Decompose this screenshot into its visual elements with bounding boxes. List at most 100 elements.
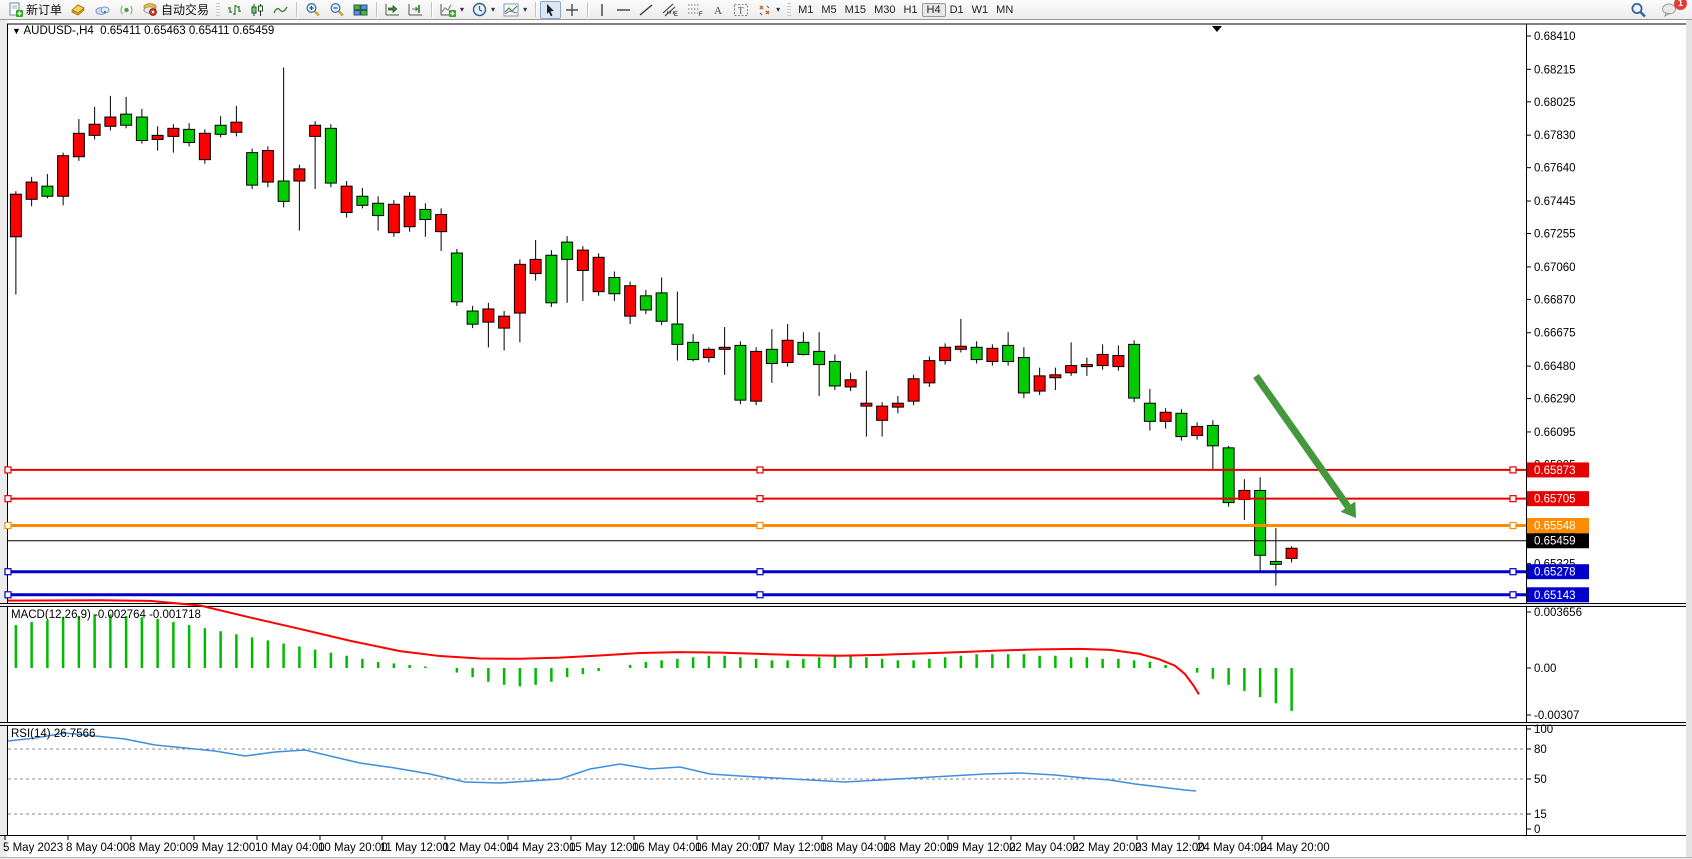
resistance-line-2-handle-left[interactable] (5, 496, 11, 502)
bear-candle (940, 347, 951, 360)
text-label-tool-button[interactable]: T (729, 1, 753, 19)
notifications-button[interactable]: 1 (1657, 1, 1682, 19)
timeframe-button-m15[interactable]: M15 (841, 4, 870, 16)
signal-button[interactable] (115, 1, 138, 19)
horizontal-line-tool-button[interactable] (612, 1, 635, 19)
svg-text:0.65548: 0.65548 (1534, 521, 1576, 533)
toolbar-separator (535, 2, 536, 17)
support-line-2-handle-right[interactable] (1510, 592, 1516, 598)
resistance-line-2-handle-center[interactable] (757, 496, 763, 502)
support-line-1-handle-left[interactable] (5, 569, 11, 575)
bull-candle (451, 253, 462, 302)
support-line-1-handle-center[interactable] (757, 569, 763, 575)
timeframe-button-mn[interactable]: MN (992, 4, 1017, 16)
periods-button[interactable]: ▾ (468, 1, 499, 19)
new-order-button[interactable]: 新订单 (4, 1, 66, 19)
bull-candle (357, 196, 368, 205)
fibonacci-tool-button[interactable]: F (683, 1, 708, 19)
tile-windows-button[interactable] (349, 1, 372, 19)
svg-text:15: 15 (1534, 809, 1547, 821)
svg-text:12 May 04:00: 12 May 04:00 (443, 842, 513, 854)
svg-text:0: 0 (1534, 824, 1540, 836)
timeframe-button-h1[interactable]: H1 (899, 4, 921, 16)
bull-candle (766, 349, 777, 363)
price-chart-canvas[interactable]: 0.684100.682150.680250.678300.676400.674… (0, 20, 1692, 859)
bull-candle (735, 345, 746, 400)
indicators-icon (440, 2, 456, 17)
bear-candle (719, 347, 730, 349)
indicators-button[interactable]: ▾ (436, 1, 468, 19)
vertical-line-tool-button[interactable] (592, 1, 612, 19)
bear-candle (987, 348, 998, 361)
price-badge: 0.65459 (1527, 533, 1589, 548)
chart-shift-button[interactable] (404, 1, 427, 19)
bull-candle (278, 181, 289, 201)
crosshair-tool-button[interactable] (561, 1, 583, 19)
bull-candle (829, 361, 840, 385)
price-badge: 0.65278 (1527, 564, 1589, 579)
toolbar-separator (587, 2, 588, 17)
templates-dropdown-arrow: ▾ (523, 5, 527, 14)
cloud-button[interactable] (90, 1, 115, 19)
channel-icon: E (662, 2, 679, 17)
timeframe-toolbar: M1M5M15M30H1H4D1W1MN (794, 3, 1017, 17)
support-line-2-handle-left[interactable] (5, 592, 11, 598)
candle-mode-button[interactable] (246, 1, 269, 19)
line-mode-button[interactable] (269, 1, 292, 19)
bear-candle (1286, 548, 1297, 558)
toolbar-right-group: 1 (1626, 1, 1688, 19)
trendline-tool-button[interactable] (635, 1, 658, 19)
search-button[interactable] (1626, 1, 1651, 19)
svg-text:0.65143: 0.65143 (1534, 590, 1576, 602)
bear-candle (1050, 375, 1061, 378)
cursor-tool-button[interactable] (540, 1, 561, 19)
price-badge: 0.65143 (1527, 587, 1589, 602)
pivot-line-handle-right[interactable] (1510, 523, 1516, 529)
pivot-line-handle-center[interactable] (757, 523, 763, 529)
bear-candle (105, 117, 116, 126)
svg-text:0.65278: 0.65278 (1534, 567, 1576, 579)
bear-candle (625, 286, 636, 316)
line-mode-icon (273, 3, 288, 17)
support-line-1-handle-right[interactable] (1510, 569, 1516, 575)
svg-text:0.00: 0.00 (1534, 663, 1556, 675)
svg-text:16 May 20:00: 16 May 20:00 (695, 842, 765, 854)
resistance-line-1-handle-center[interactable] (757, 467, 763, 473)
cloud-icon (94, 3, 111, 17)
timeframe-button-d1[interactable]: D1 (946, 4, 968, 16)
channel-tool-button[interactable]: E (658, 1, 683, 19)
arrows-tool-button[interactable]: ▾ (753, 1, 784, 19)
bear-candle (892, 403, 903, 407)
periods-dropdown-arrow: ▾ (491, 5, 495, 14)
cursor-icon (544, 3, 557, 17)
templates-button[interactable]: ▾ (499, 1, 531, 19)
support-line-2-handle-center[interactable] (757, 592, 763, 598)
zoom-in-button[interactable] (301, 1, 325, 19)
auto-scroll-button[interactable] (381, 1, 404, 19)
deposit-button[interactable] (66, 1, 90, 19)
chart-area[interactable]: 0.684100.682150.680250.678300.676400.674… (0, 20, 1692, 859)
autotrade-button[interactable]: 自动交易 (138, 1, 213, 19)
timeframe-button-h4[interactable]: H4 (922, 3, 946, 17)
price-badge: 0.65548 (1527, 518, 1589, 533)
resistance-line-1-handle-right[interactable] (1510, 467, 1516, 473)
svg-text:0.67060: 0.67060 (1534, 262, 1576, 274)
pivot-line-handle-left[interactable] (5, 523, 11, 529)
timeframe-button-w1[interactable]: W1 (968, 4, 993, 16)
timeframe-button-m5[interactable]: M5 (817, 4, 840, 16)
zoom-out-button[interactable] (325, 1, 349, 19)
tile-windows-icon (353, 3, 368, 17)
bear-candle (955, 346, 966, 349)
bull-candle (1003, 345, 1014, 361)
resistance-line-2-handle-right[interactable] (1510, 496, 1516, 502)
bull-candle (1176, 413, 1187, 436)
timeframe-button-m30[interactable]: M30 (870, 4, 899, 16)
text-tool-button[interactable]: A (708, 1, 729, 19)
resistance-line-1-handle-left[interactable] (5, 467, 11, 473)
timeframe-button-m1[interactable]: M1 (794, 4, 817, 16)
svg-text:0.66095: 0.66095 (1534, 427, 1576, 439)
bear-candle (26, 182, 37, 199)
new-order-label: 新订单 (26, 1, 62, 18)
bar-chart-mode-button[interactable] (223, 1, 246, 19)
svg-text:15 May 12:00: 15 May 12:00 (569, 842, 639, 854)
